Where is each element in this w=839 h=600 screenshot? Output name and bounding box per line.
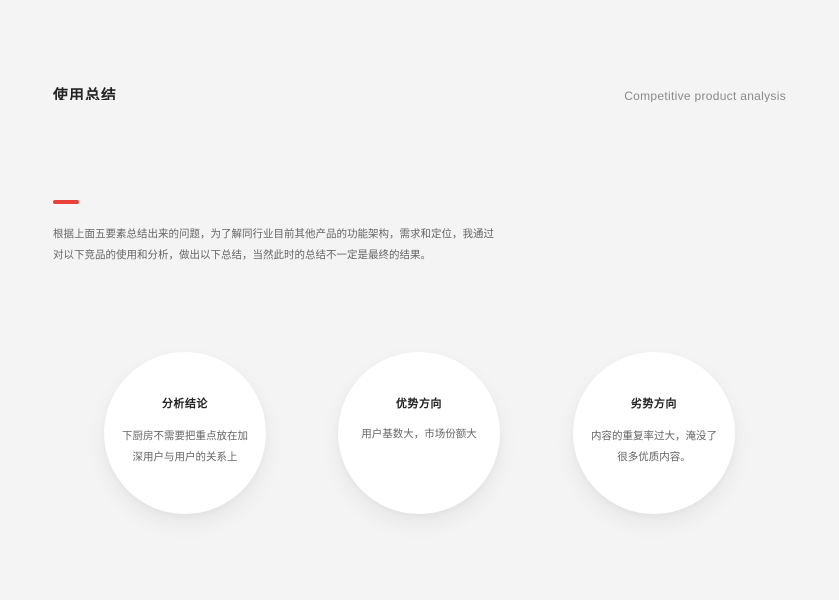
card-analysis-conclusion: 分析结论 下厨房不需要把重点放在加 深用户与用户的关系上 <box>104 352 266 514</box>
card-body-line: 内容的重复率过大，淹没了 <box>591 430 717 442</box>
card-body: 内容的重复率过大，淹没了 很多优质内容。 <box>583 426 725 468</box>
card-body-line: 下厨房不需要把重点放在加 <box>122 430 248 442</box>
card-body-line: 用户基数大，市场份额大 <box>361 428 477 440</box>
intro-line: 根据上面五要素总结出来的问题，为了解同行业目前其他产品的功能架构，需求和定位，我… <box>53 228 494 240</box>
card-advantage: 优势方向 用户基数大，市场份额大 <box>338 352 500 514</box>
page: 使用总结 Competitive product analysis 根据上面五要… <box>0 0 839 600</box>
card-body-line: 深用户与用户的关系上 <box>132 451 238 463</box>
card-body: 下厨房不需要把重点放在加 深用户与用户的关系上 <box>114 426 256 468</box>
page-subtitle: Competitive product analysis <box>624 89 786 102</box>
card-title: 优势方向 <box>396 397 442 410</box>
card-disadvantage: 劣势方向 内容的重复率过大，淹没了 很多优质内容。 <box>573 352 735 514</box>
card-body-line: 很多优质内容。 <box>617 451 691 463</box>
accent-divider <box>53 200 79 204</box>
card-body: 用户基数大，市场份额大 <box>348 424 490 445</box>
page-title: 使用总结 <box>53 86 118 100</box>
intro-line: 对以下竞品的使用和分析，做出以下总结，当然此时的总结不一定是最终的结果。 <box>53 249 431 261</box>
card-title: 劣势方向 <box>631 397 677 410</box>
card-title: 分析结论 <box>162 397 208 410</box>
intro-paragraph: 根据上面五要素总结出来的问题，为了解同行业目前其他产品的功能架构，需求和定位，我… <box>53 224 503 266</box>
